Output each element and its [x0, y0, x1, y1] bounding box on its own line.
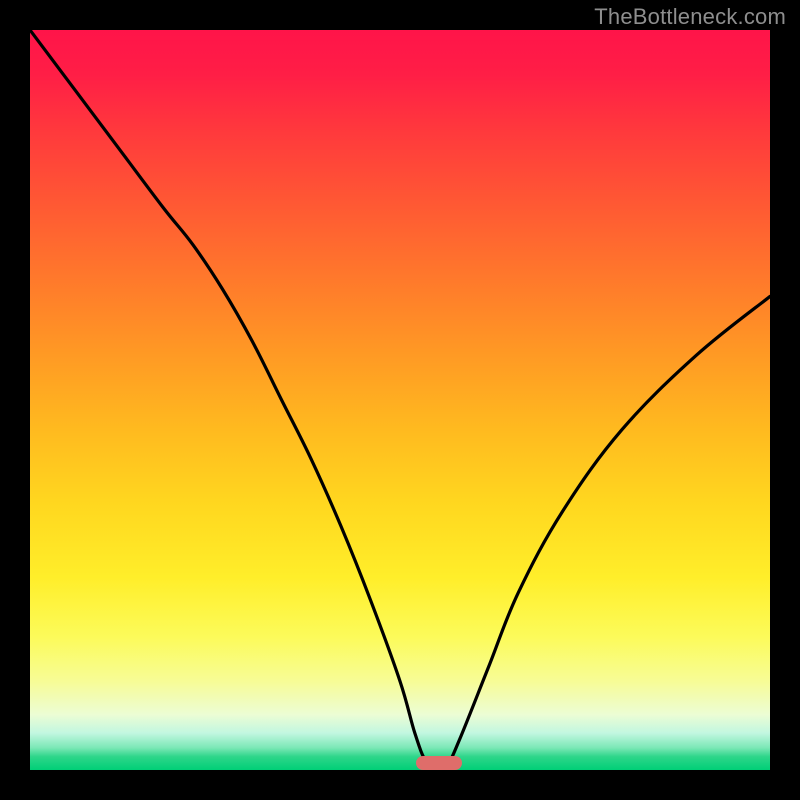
plot-background-gradient [30, 30, 770, 770]
chart-frame: TheBottleneck.com [0, 0, 800, 800]
optimal-region-marker [416, 756, 462, 770]
watermark-text: TheBottleneck.com [594, 4, 786, 30]
